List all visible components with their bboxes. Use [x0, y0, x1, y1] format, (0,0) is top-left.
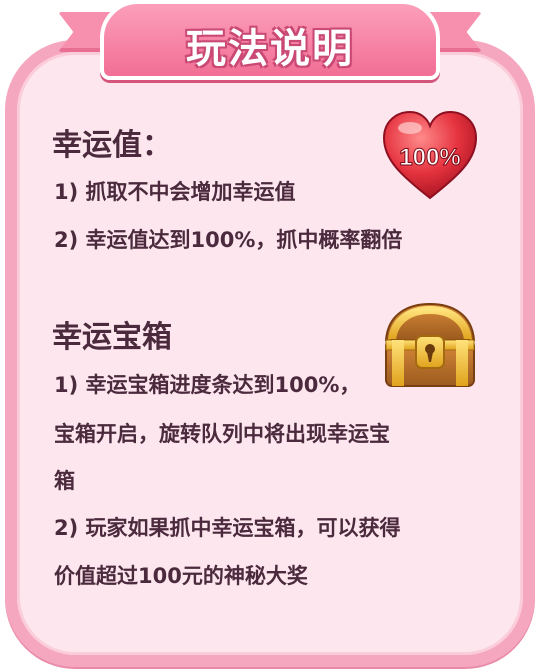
chest-rule-2: 2) 玩家如果抓中幸运宝箱，可以获得: [54, 516, 401, 540]
chest-rule-1-cont2: 箱: [54, 469, 75, 493]
luck-rule-1: 1) 抓取不中会增加幸运值: [54, 180, 296, 204]
section-heading-luck: 幸运值：: [52, 128, 172, 163]
treasure-chest-icon: [384, 302, 476, 387]
chest-rule-1-cont: 宝箱开启，旋转队列中将出现幸运宝: [54, 422, 390, 446]
luck-rule-2: 2) 幸运值达到100%，抓中概率翻倍: [54, 228, 403, 252]
chest-rule-1: 1) 幸运宝箱进度条达到100%，: [54, 373, 361, 397]
heart-percent-label: 100%: [399, 144, 460, 171]
title-ribbon: 玩法说明: [0, 0, 540, 90]
heart-icon: 100%: [382, 110, 478, 200]
chest-rule-2-cont: 价值超过100元的神秘大奖: [54, 564, 308, 588]
section-heading-chest: 幸运宝箱: [52, 320, 172, 355]
ribbon-banner: 玩法说明: [100, 0, 440, 80]
page-title: 玩法说明: [186, 26, 354, 72]
